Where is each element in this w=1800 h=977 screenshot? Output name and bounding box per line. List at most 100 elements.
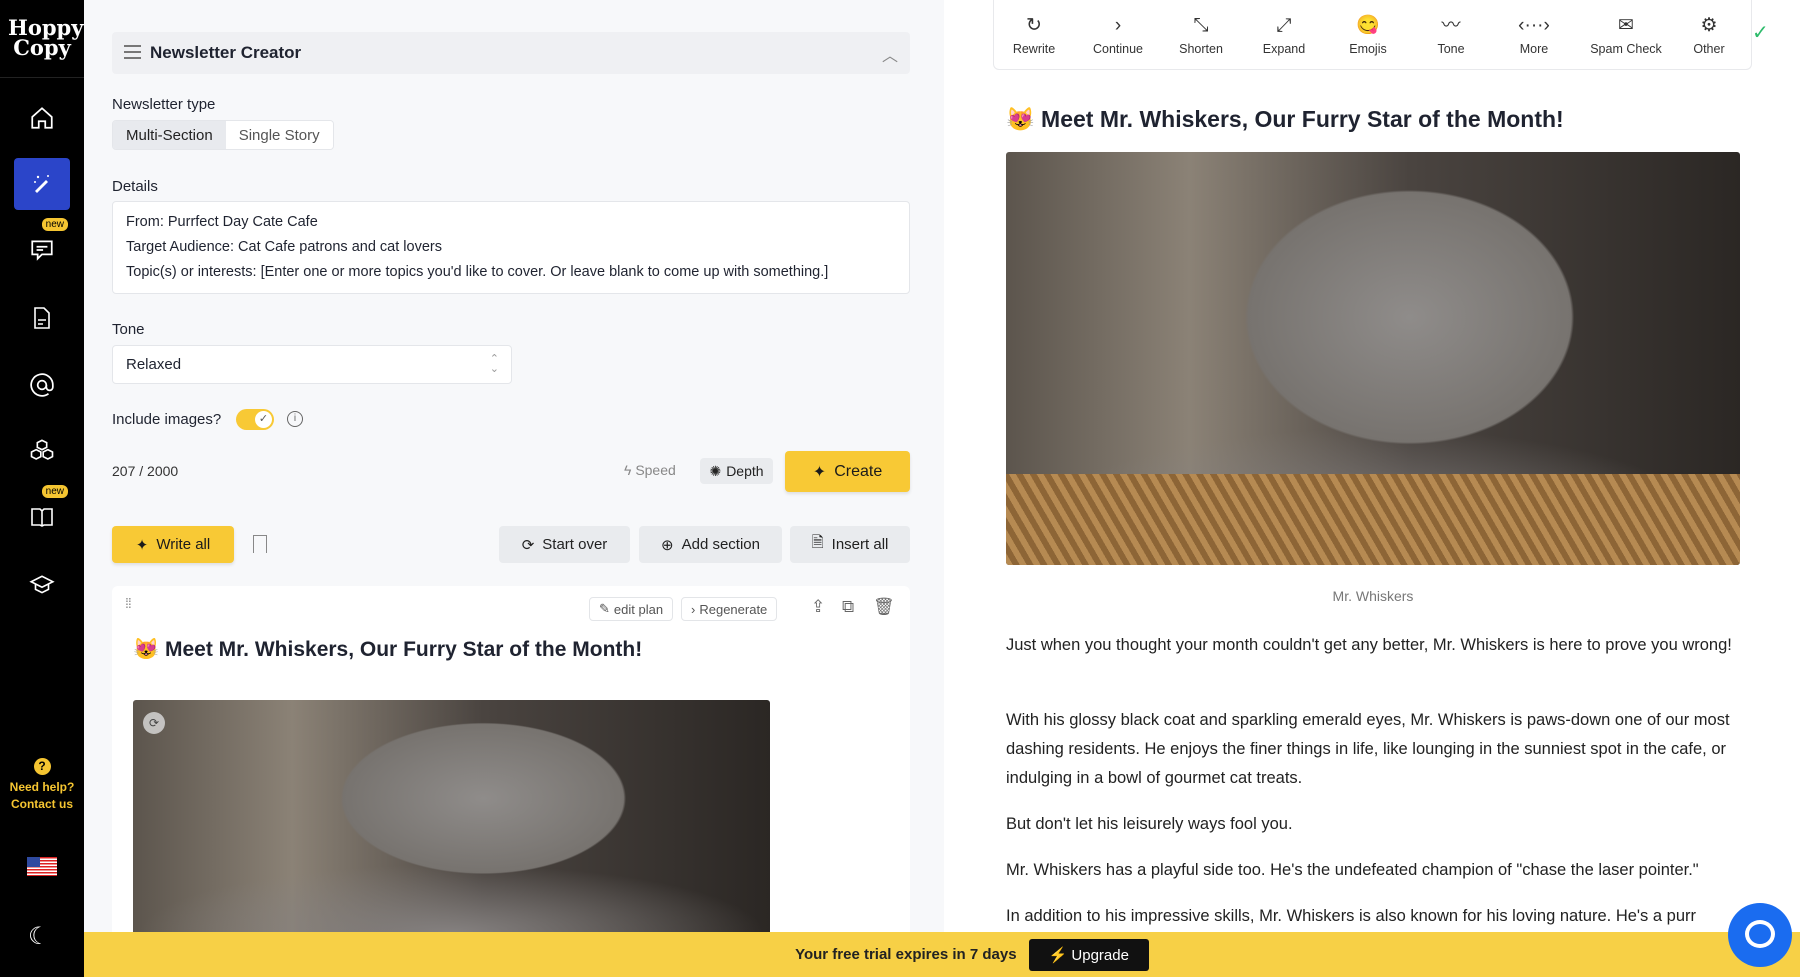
type-multi-section[interactable]: Multi-Section bbox=[113, 121, 226, 149]
edit-plan-label: edit plan bbox=[613, 601, 664, 617]
tool-label: Spam Check bbox=[1590, 41, 1662, 56]
tool-spam-check[interactable]: ✉ Spam Check bbox=[1586, 0, 1666, 70]
book-icon bbox=[31, 508, 53, 527]
tool-label: Other bbox=[1693, 41, 1725, 56]
details-line: Topic(s) or interests: [Enter one or mor… bbox=[126, 264, 829, 280]
tool-shorten[interactable]: ⤡ Shorten bbox=[1161, 0, 1241, 70]
tone-select[interactable]: Relaxed ⌃ ⌄ bbox=[112, 345, 512, 384]
chat-icon bbox=[31, 240, 53, 261]
type-single-story[interactable]: Single Story bbox=[225, 121, 333, 149]
tool-label: Continue bbox=[1092, 41, 1144, 56]
preview-paragraph: In addition to his impressive skills, Mr… bbox=[1006, 907, 1696, 925]
help-link[interactable]: ? Need help? Contact us bbox=[0, 758, 84, 813]
new-badge: new bbox=[41, 485, 68, 498]
heart-eyes-cat-icon: 😻 bbox=[133, 638, 160, 661]
page-title: Newsletter Creator bbox=[150, 43, 302, 62]
tool-label: Tone bbox=[1437, 41, 1465, 56]
logo[interactable]: Hoppy Copy bbox=[8, 17, 83, 58]
refresh-icon: ⟳ bbox=[521, 536, 535, 554]
preview-paragraph: But don't let his leisurely ways fool yo… bbox=[1006, 815, 1293, 833]
tool-label: Expand bbox=[1262, 41, 1306, 56]
add-section-button[interactable]: ⊕ Add section bbox=[639, 526, 782, 563]
contact-text: Contact us bbox=[10, 797, 73, 811]
tool-label: Rewrite bbox=[1012, 41, 1056, 56]
regenerate-image-icon[interactable]: ⟳ bbox=[143, 712, 165, 734]
heart-eyes-cat-icon: 😻 bbox=[1006, 106, 1035, 132]
sparkle-icon: ✦ bbox=[812, 463, 827, 481]
write-all-button[interactable]: ✦ Write all bbox=[112, 526, 234, 563]
sidebar-item-academy[interactable] bbox=[14, 559, 70, 611]
info-icon[interactable]: i bbox=[287, 411, 303, 427]
divider bbox=[0, 77, 84, 78]
tool-label: Shorten bbox=[1179, 41, 1223, 56]
tone-label: Tone bbox=[112, 321, 145, 338]
create-button[interactable]: ✦ Create bbox=[785, 451, 910, 492]
details-label: Details bbox=[112, 178, 158, 195]
copy-icon[interactable]: ⧉ bbox=[842, 597, 854, 617]
sidebar-item-integrations[interactable] bbox=[14, 426, 70, 478]
tool-more[interactable]: ‹···› More bbox=[1494, 0, 1574, 70]
newsletter-type-toggle: Multi-Section Single Story bbox=[112, 120, 334, 150]
bookmark-icon[interactable] bbox=[253, 535, 267, 553]
regenerate-label: Regenerate bbox=[699, 601, 768, 617]
section-title: 😻 Meet Mr. Whiskers, Our Furry Star of t… bbox=[133, 638, 642, 662]
add-section-label: Add section bbox=[681, 536, 760, 553]
details-textarea[interactable]: From: Purrfect Day Cate Cafe Target Audi… bbox=[112, 201, 910, 294]
us-flag-icon[interactable] bbox=[27, 857, 57, 876]
new-badge: new bbox=[41, 218, 68, 231]
tool-other[interactable]: ⚙ Other bbox=[1669, 0, 1749, 70]
sidebar-item-email[interactable] bbox=[14, 359, 70, 411]
edit-plan-button[interactable]: ✎ edit plan bbox=[589, 597, 674, 621]
tool-rewrite[interactable]: ↻ Rewrite bbox=[994, 0, 1074, 70]
tool-tone[interactable]: 〰 Tone bbox=[1411, 0, 1491, 70]
upgrade-button[interactable]: ⚡ Upgrade bbox=[1028, 938, 1149, 971]
collapse-chevron-icon[interactable]: ︿ bbox=[882, 42, 898, 66]
plus-circle-icon: ⊕ bbox=[661, 536, 674, 554]
tone-value: Relaxed bbox=[126, 356, 182, 373]
depth-option[interactable]: ✺ Depth bbox=[700, 458, 773, 484]
chevron-right-icon: › bbox=[691, 601, 696, 617]
include-images-label: Include images? bbox=[112, 411, 222, 428]
insert-all-button[interactable]: 🗎 Insert all bbox=[790, 526, 910, 563]
sidebar-item-library[interactable]: new bbox=[14, 485, 70, 543]
expand-icon: ⤢ bbox=[1276, 14, 1292, 36]
tool-continue[interactable]: › Continue bbox=[1078, 0, 1158, 70]
depth-label: Depth bbox=[726, 463, 764, 479]
lightning-icon: ϟ bbox=[624, 462, 632, 478]
tool-label: More bbox=[1519, 41, 1549, 56]
rewrite-icon: ↻ bbox=[1026, 14, 1042, 36]
preview-paragraph: Mr. Whiskers has a playful side too. He'… bbox=[1006, 861, 1699, 879]
shorten-icon: ⤡ bbox=[1193, 14, 1209, 36]
tool-label: Emojis bbox=[1349, 41, 1387, 56]
sidebar-item-create[interactable] bbox=[14, 158, 70, 210]
moon-icon[interactable]: ☾ bbox=[28, 922, 50, 951]
details-line: From: Purrfect Day Cate Cafe bbox=[126, 214, 318, 230]
saved-check-icon: ✓ bbox=[1752, 22, 1769, 44]
preview-cat-image bbox=[1006, 152, 1740, 565]
panel-header: Newsletter Creator ︿ bbox=[112, 32, 910, 74]
regenerate-button[interactable]: › Regenerate bbox=[681, 597, 778, 621]
menu-icon[interactable] bbox=[124, 45, 141, 59]
other-icon: ⚙ bbox=[1700, 14, 1718, 36]
include-images-toggle[interactable]: ✓ bbox=[236, 409, 274, 430]
select-arrows-icon: ⌃ ⌄ bbox=[489, 353, 499, 375]
section-card: ⁞⁞ ✎ edit plan › Regenerate ⇪ ⧉ 🗑 😻 Meet M… bbox=[112, 586, 910, 946]
tool-emojis[interactable]: 😋 Emojis bbox=[1328, 0, 1408, 70]
write-all-label: Write all bbox=[156, 536, 211, 553]
speed-label: Speed bbox=[635, 462, 676, 478]
trial-text: Your free trial expires in 7 days bbox=[795, 946, 1017, 963]
sidebar-item-documents[interactable] bbox=[14, 292, 70, 344]
tool-expand[interactable]: ⤢ Expand bbox=[1244, 0, 1324, 70]
cubes-icon bbox=[30, 439, 54, 460]
chat-widget-button[interactable] bbox=[1728, 903, 1792, 967]
sidebar-item-home[interactable] bbox=[14, 92, 70, 144]
export-icon[interactable]: ⇪ bbox=[811, 597, 825, 617]
sidebar-item-chat[interactable]: new bbox=[14, 218, 70, 276]
start-over-button[interactable]: ⟳ Start over bbox=[499, 526, 630, 563]
preview-paragraph: Just when you thought your month couldn'… bbox=[1006, 636, 1732, 654]
insert-all-label: Insert all bbox=[831, 536, 889, 553]
trash-icon[interactable]: 🗑 bbox=[873, 597, 895, 617]
drag-handle-icon[interactable]: ⁞⁞ bbox=[125, 596, 132, 610]
speed-option[interactable]: ϟ Speed bbox=[624, 462, 676, 478]
details-line: Target Audience: Cat Cafe patrons and ca… bbox=[126, 239, 442, 255]
